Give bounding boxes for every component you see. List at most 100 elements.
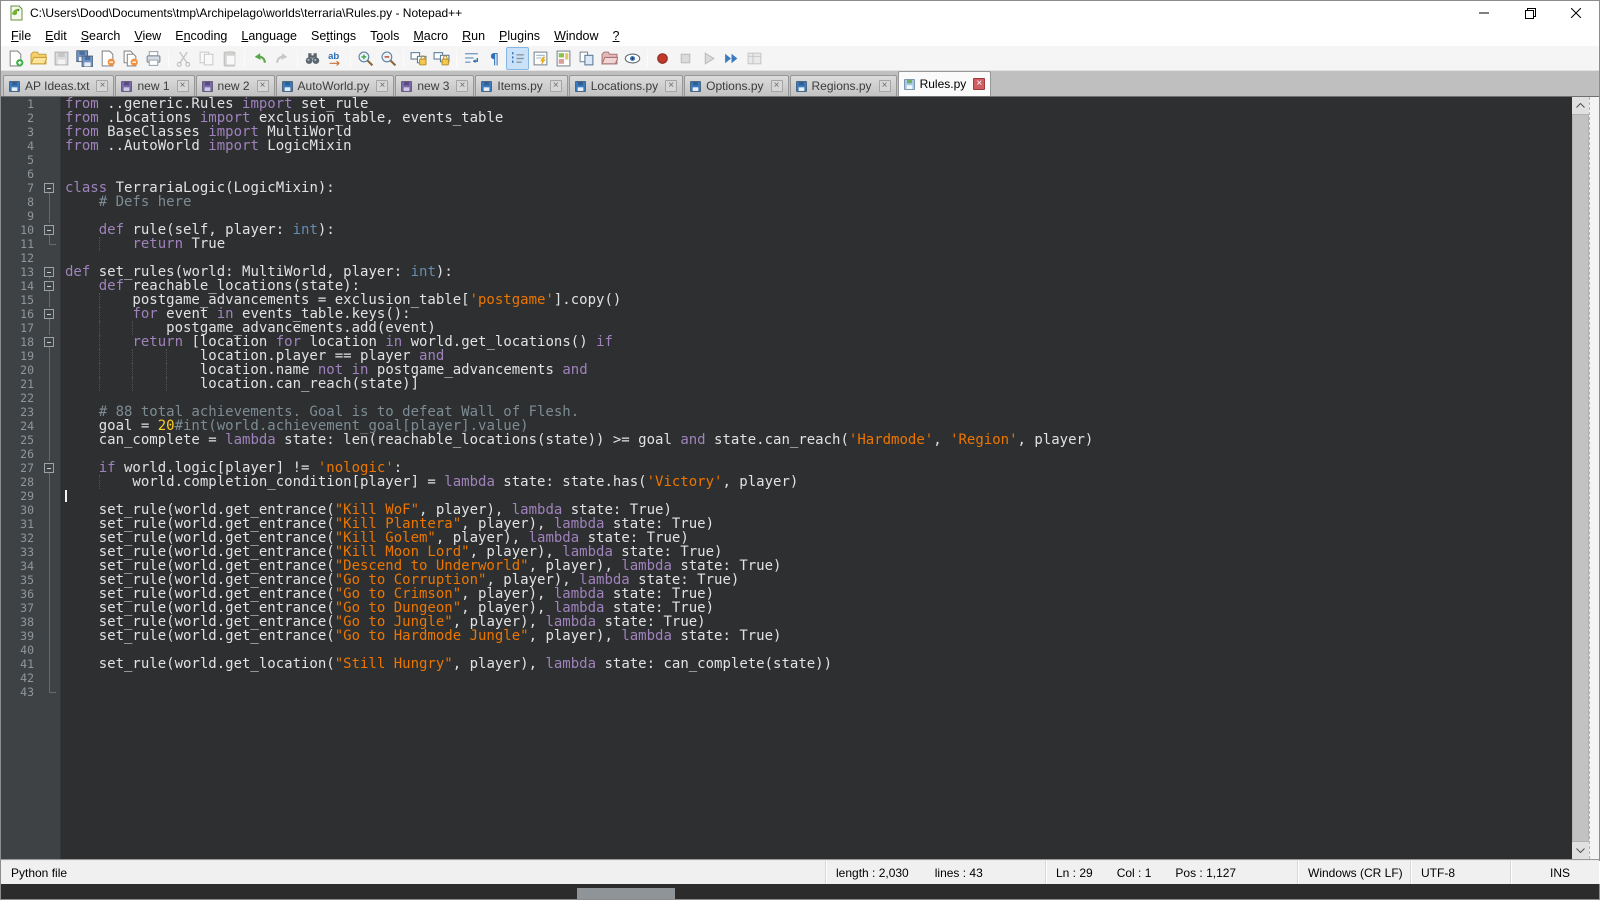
word-wrap-icon[interactable] [460,47,483,70]
close-file-icon[interactable] [96,47,119,70]
menu-file[interactable]: File [4,27,38,45]
tab-options-py[interactable]: Options.py× [684,75,788,96]
copy-icon[interactable] [195,47,218,70]
fold-minus-box-icon[interactable] [44,463,54,473]
tab-close-icon[interactable]: × [665,80,677,92]
vertical-scrollbar[interactable] [1572,97,1589,859]
menu-window[interactable]: Window [547,27,605,45]
fold-guide [39,657,60,671]
fold-collapse-marker[interactable] [39,279,60,293]
menu-run[interactable]: Run [455,27,492,45]
paste-icon[interactable] [218,47,241,70]
zoom-in-icon[interactable] [354,47,377,70]
fold-guide [39,195,60,209]
document-map-icon[interactable] [552,47,575,70]
tab-rules-py[interactable]: Rules.py× [898,71,992,96]
show-all-chars-icon[interactable]: ¶ [483,47,506,70]
sync-horizontal-icon[interactable] [430,47,453,70]
fold-minus-box-icon[interactable] [44,281,54,291]
tab-new-1[interactable]: new 1× [115,75,194,96]
menu-encoding[interactable]: Encoding [168,27,234,45]
code-editor[interactable]: 1234567891011121314151617181920212223242… [1,97,1572,859]
open-file-icon[interactable] [27,47,50,70]
replace-icon[interactable]: ab [324,47,347,70]
line-number-margin[interactable]: 1234567891011121314151617181920212223242… [1,97,39,859]
tab-close-icon[interactable]: × [257,80,269,92]
fold-collapse-marker[interactable] [39,265,60,279]
code-token: True [183,236,225,252]
tab-new-2[interactable]: new 2× [196,75,275,96]
fold-minus-box-icon[interactable] [44,309,54,319]
fold-collapse-marker[interactable] [39,181,60,195]
code-token: state: can_complete(state)) [596,656,832,672]
menu-edit[interactable]: Edit [38,27,74,45]
save-all-icon[interactable] [73,47,96,70]
code-line: set_rule(world.get_entrance("Go to Dunge… [65,601,1572,615]
close-all-icon[interactable] [119,47,142,70]
line-number: 37 [1,601,39,615]
tab-ap-ideas-txt[interactable]: AP Ideas.txt× [3,75,114,96]
fold-collapse-marker[interactable] [39,335,60,349]
tab-close-icon[interactable]: × [177,80,189,92]
menu-language[interactable]: Language [234,27,304,45]
menu-settings[interactable]: Settings [304,27,363,45]
fold-collapse-marker[interactable] [39,307,60,321]
macro-save-icon[interactable] [743,47,766,70]
zoom-out-icon[interactable] [377,47,400,70]
fold-collapse-marker[interactable] [39,461,60,475]
code-line: from BaseClasses import MultiWorld [65,125,1572,139]
close-button[interactable] [1553,1,1599,25]
tab-new-3[interactable]: new 3× [395,75,474,96]
cut-icon[interactable] [172,47,195,70]
macro-record-icon[interactable] [651,47,674,70]
tab-autoworld-py[interactable]: AutoWorld.py× [276,75,395,96]
tab-close-icon[interactable]: × [456,80,468,92]
function-list-icon[interactable] [529,47,552,70]
fold-minus-box-icon[interactable] [44,337,54,347]
macro-run-multi-icon[interactable] [720,47,743,70]
menu-?[interactable]: ? [606,27,627,45]
tab-close-icon[interactable]: × [973,78,985,90]
redo-icon[interactable] [271,47,294,70]
scrollbar-thumb[interactable] [1572,114,1589,842]
line-number: 23 [1,405,39,419]
code-line [65,643,1572,657]
tab-items-py[interactable]: Items.py× [475,75,567,96]
document-list-icon[interactable] [575,47,598,70]
svg-text:¶: ¶ [490,50,499,67]
minimize-button[interactable] [1461,1,1507,25]
undo-icon[interactable] [248,47,271,70]
menu-macro[interactable]: Macro [406,27,455,45]
menu-tools[interactable]: Tools [363,27,406,45]
fold-minus-box-icon[interactable] [44,183,54,193]
folder-workspace-icon[interactable] [598,47,621,70]
menu-view[interactable]: View [127,27,168,45]
fold-margin[interactable] [39,97,61,859]
tab-close-icon[interactable]: × [376,80,388,92]
tab-locations-py[interactable]: Locations.py× [569,75,683,96]
macro-stop-icon[interactable] [674,47,697,70]
tab-close-icon[interactable]: × [96,80,108,92]
fold-minus-box-icon[interactable] [44,225,54,235]
fold-minus-box-icon[interactable] [44,267,54,277]
tab-close-icon[interactable]: × [550,80,562,92]
tab-close-icon[interactable]: × [879,80,891,92]
menu-search[interactable]: Search [74,27,128,45]
line-number: 20 [1,363,39,377]
tab-close-icon[interactable]: × [771,80,783,92]
print-icon[interactable] [142,47,165,70]
save-icon[interactable] [50,47,73,70]
new-file-icon[interactable] [4,47,27,70]
macro-play-icon[interactable] [697,47,720,70]
menu-plugins[interactable]: Plugins [492,27,547,45]
sync-vertical-icon[interactable] [407,47,430,70]
tab-regions-py[interactable]: Regions.py× [790,75,897,96]
code-text-area[interactable]: from ..generic.Rules import set_rulefrom… [61,97,1572,859]
restore-button[interactable] [1507,1,1553,25]
find-icon[interactable] [301,47,324,70]
scroll-down-arrow[interactable] [1572,842,1589,859]
fold-collapse-marker[interactable] [39,223,60,237]
monitoring-eye-icon[interactable] [621,47,644,70]
indent-guide-icon[interactable] [506,47,529,70]
scroll-up-arrow[interactable] [1572,97,1589,114]
